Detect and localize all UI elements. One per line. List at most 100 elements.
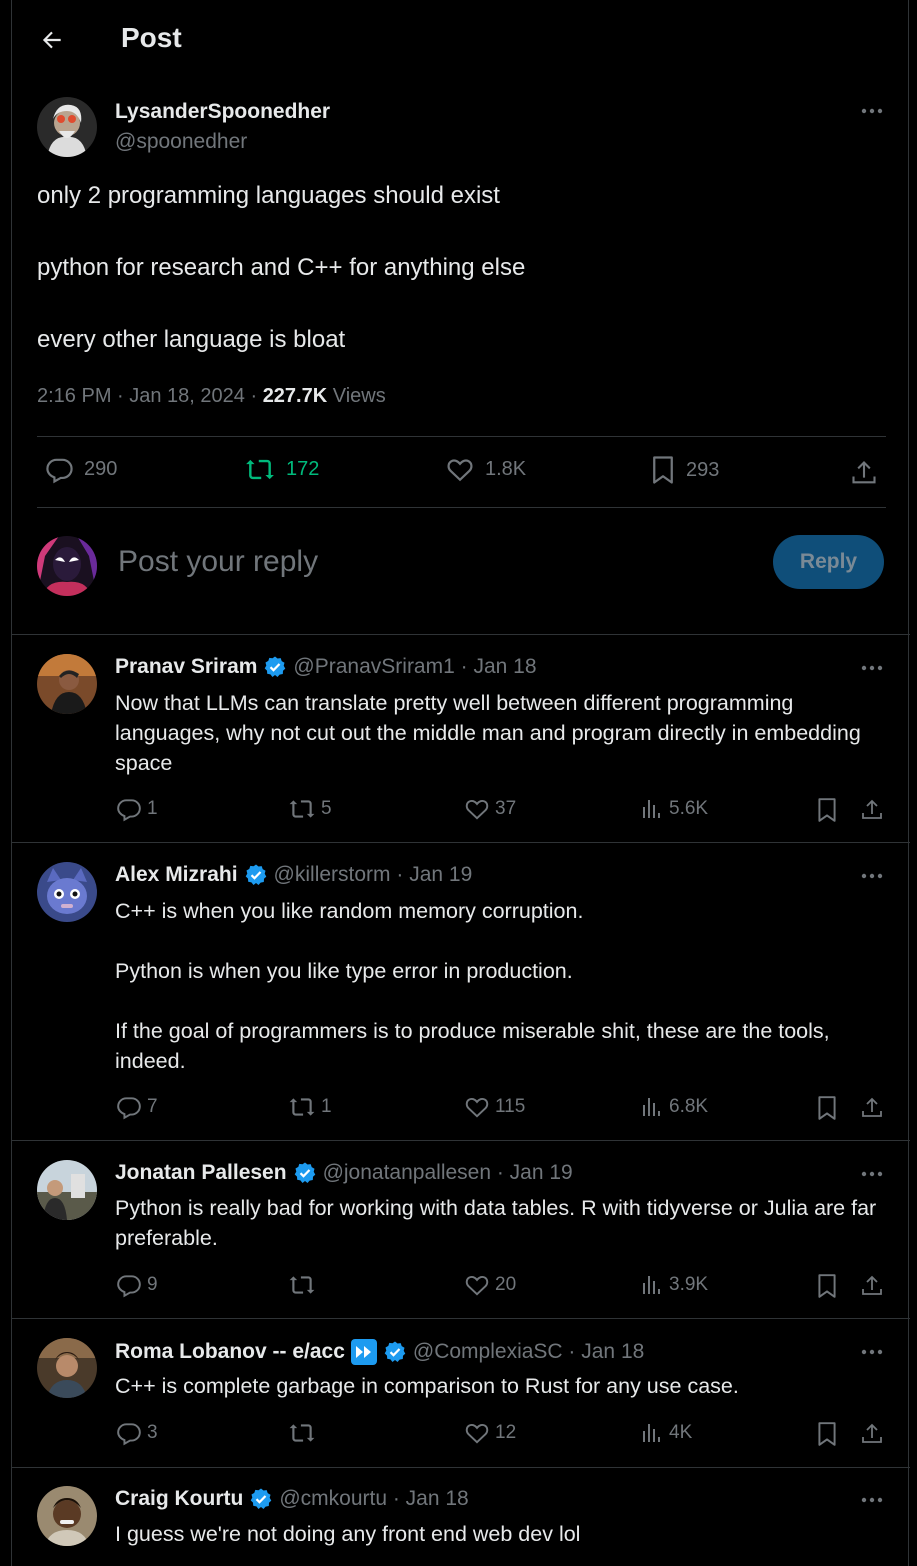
heart-icon [465, 1423, 489, 1444]
reply-paragraph: Now that LLMs can translate pretty well … [115, 691, 861, 775]
bookmark-stat[interactable]: 293 [650, 455, 719, 485]
author-name[interactable]: LysanderSpoonedher [115, 100, 330, 124]
reply-avatar[interactable] [37, 1160, 97, 1220]
heart-icon [465, 799, 489, 820]
reply-avatar[interactable] [37, 1338, 97, 1398]
reply-handle-date[interactable]: @PranavSriram1 · Jan 18 [293, 655, 536, 679]
reply-text: Python is really bad for working with da… [115, 1193, 890, 1253]
reply-views-stat[interactable]: 5.6K [640, 796, 708, 822]
reply-share-button[interactable] [858, 796, 886, 824]
views-icon [643, 1098, 660, 1116]
author-handle[interactable]: @spoonedher [115, 130, 247, 154]
reply-comment-stat[interactable]: 1 [116, 796, 158, 822]
like-stat[interactable]: 1.8K [445, 455, 526, 484]
reply-views-stat[interactable]: 4K [640, 1420, 692, 1446]
comment-icon [117, 799, 141, 822]
views-icon [643, 1276, 660, 1294]
reply-repost-stat[interactable]: 5 [288, 796, 332, 822]
reply-paragraph: Python is when you like type error in pr… [115, 959, 573, 983]
reply-avatar[interactable] [37, 1486, 97, 1546]
heart-icon [465, 1275, 489, 1296]
verified-icon [265, 656, 286, 677]
reply-comment-stat[interactable]: 9 [116, 1272, 158, 1298]
divider [12, 1467, 910, 1468]
comment-count: 7 [147, 1096, 158, 1117]
reply-views-stat[interactable]: 3.9K [640, 1272, 708, 1298]
reply-handle-date[interactable]: @ComplexiaSC · Jan 18 [413, 1340, 644, 1364]
repost-count: 1 [321, 1096, 332, 1117]
reply-author-name[interactable]: Jonatan Pallesen [115, 1161, 287, 1185]
page-title: Post [121, 22, 182, 53]
more-icon [861, 108, 883, 114]
reply-button[interactable]: Reply [773, 535, 884, 589]
share-icon [862, 1423, 882, 1443]
divider [12, 842, 910, 843]
reply-bookmark-button[interactable] [813, 796, 841, 824]
reply-author-name[interactable]: Roma Lobanov -- e/acc [115, 1340, 345, 1364]
reply-paragraph: I guess we're not doing any front end we… [115, 1522, 581, 1546]
current-user-avatar[interactable] [37, 536, 97, 596]
reply-paragraph: C++ is when you like random memory corru… [115, 899, 584, 923]
reply-comment-stat[interactable]: 7 [116, 1094, 158, 1120]
comment-count: 3 [147, 1422, 158, 1443]
repost-count: 5 [321, 798, 332, 819]
reply-like-stat[interactable]: 12 [464, 1420, 516, 1446]
reply-share-button[interactable] [858, 1272, 886, 1300]
reply-bookmark-button[interactable] [813, 1094, 841, 1122]
reply-views-stat[interactable]: 6.8K [640, 1094, 708, 1120]
back-button[interactable] [36, 24, 68, 56]
bookmark-icon [818, 1274, 836, 1298]
reply-author-name[interactable]: Alex Mizrahi [115, 863, 238, 887]
more-icon [861, 873, 883, 879]
views-count: 3.9K [669, 1274, 709, 1295]
reply-more-button[interactable] [857, 658, 887, 678]
post-timestamp[interactable]: 2:16 PM · Jan 18, 2024 · [37, 385, 263, 407]
reply-like-stat[interactable]: 37 [464, 796, 516, 822]
reply-author-name[interactable]: Pranav Sriram [115, 655, 257, 679]
reply-more-button[interactable] [857, 1164, 887, 1184]
reply-author-name[interactable]: Craig Kourtu [115, 1487, 243, 1511]
reply-share-button[interactable] [858, 1420, 886, 1448]
views-icon [643, 800, 660, 818]
heart-icon [447, 459, 473, 482]
reply-input[interactable]: Post your reply [118, 545, 318, 579]
post-more-button[interactable] [857, 101, 887, 121]
like-count: 12 [495, 1422, 517, 1443]
repost-count: 172 [286, 458, 320, 480]
reply-handle-date[interactable]: @killerstorm · Jan 19 [274, 863, 473, 887]
reply-text: I guess we're not doing any front end we… [115, 1519, 890, 1549]
share-icon [852, 461, 876, 484]
verified-icon [251, 1488, 272, 1509]
reply-like-stat[interactable]: 115 [464, 1094, 525, 1120]
post-text-line: only 2 programming languages should exis… [37, 182, 500, 209]
reply-repost-stat[interactable] [288, 1272, 321, 1298]
verified-icon [245, 864, 266, 885]
reply-repost-stat[interactable]: 1 [288, 1094, 332, 1120]
reply-more-button[interactable] [857, 1342, 887, 1362]
reply-bookmark-button[interactable] [813, 1272, 841, 1300]
reply-like-stat[interactable]: 20 [464, 1272, 516, 1298]
reply-avatar[interactable] [37, 654, 97, 714]
views-count: 6.8K [669, 1096, 709, 1117]
reply-header: Alex Mizrahi @killerstorm · Jan 19 [115, 863, 472, 887]
reply-repost-stat[interactable] [288, 1420, 321, 1446]
reply-paragraph: Python is really bad for working with da… [115, 1196, 877, 1250]
reply-comment-stat[interactable]: 3 [116, 1420, 158, 1446]
reply-handle-date[interactable]: @jonatanpallesen · Jan 19 [323, 1161, 573, 1185]
reply-handle-date[interactable]: @cmkourtu · Jan 18 [279, 1487, 468, 1511]
top-bar: Post [12, 0, 910, 78]
more-icon [861, 1171, 883, 1177]
reply-count: 290 [84, 458, 118, 480]
reply-bookmark-button[interactable] [813, 1420, 841, 1448]
reply-more-button[interactable] [857, 1490, 887, 1510]
author-avatar[interactable] [37, 97, 97, 157]
reply-avatar[interactable] [37, 862, 97, 922]
bookmark-icon [818, 798, 836, 822]
views-label: Views [327, 385, 386, 407]
share-button[interactable] [848, 457, 880, 489]
reply-text: C++ is when you like random memory corru… [115, 896, 890, 1076]
reply-more-button[interactable] [857, 866, 887, 886]
repost-stat[interactable]: 172 [244, 455, 319, 484]
reply-stat[interactable]: 290 [45, 455, 117, 484]
reply-share-button[interactable] [858, 1094, 886, 1122]
